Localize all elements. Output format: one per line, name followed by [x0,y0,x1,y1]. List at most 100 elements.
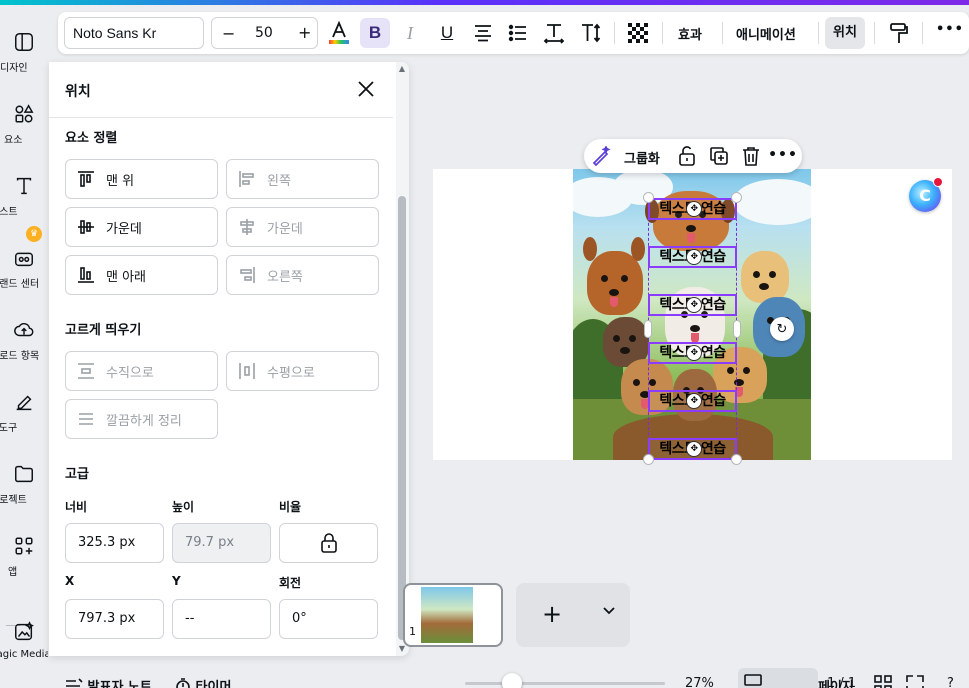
height-label: 높이 [172,500,195,514]
align-left-button[interactable]: 왼쪽 [226,159,379,199]
rail-label: 디자인 [0,63,28,74]
copy-style-button[interactable] [887,21,911,45]
font-size-increase-button[interactable]: + [298,23,311,42]
group-selection-frame[interactable] [648,198,737,460]
notes-button[interactable]: 발표자 노트 [65,676,152,688]
font-size-decrease-button[interactable]: − [222,24,235,43]
rail-label: 앱 [8,567,18,578]
position-button[interactable]: 위치 [825,17,865,49]
font-size-stepper: − 50 + [211,17,318,49]
zoom-slider[interactable] [465,682,665,685]
text-box[interactable]: 텍스트 연습 ✥ [648,198,737,220]
resize-handle-top-right[interactable] [731,192,742,203]
space-horizontal-button[interactable]: 수평으로 [226,351,379,391]
rail-item-uploads[interactable]: 업로드 항목 [0,315,48,375]
height-input[interactable]: 79.7 px [172,523,271,563]
spacing-section-title: 고르게 띄우기 [65,323,142,338]
rail-item-draw[interactable]: 그리기 도구 [0,387,48,447]
text-size-button[interactable] [579,21,603,45]
scroll-up-icon[interactable]: ▲ [397,64,407,74]
brand-icon [15,252,33,267]
rotation-input[interactable]: 0° [279,599,378,639]
rail-item-design[interactable]: 디자인 [0,27,48,87]
rail-item-apps[interactable]: 앱 [0,531,48,591]
delete-button[interactable] [741,146,761,166]
timer-button[interactable]: 타이머 [175,676,231,688]
rail-item-elements[interactable]: 요소 [0,99,48,159]
align-right-button[interactable]: 오른쪽 [226,255,379,295]
text-box[interactable]: 텍스트 연습 ✥ [648,294,737,316]
animation-button[interactable]: 애니메이션 [736,24,796,43]
transparency-button[interactable] [626,21,650,45]
spacing-button[interactable] [542,21,566,45]
font-size-input[interactable]: 50 [255,25,273,41]
magic-edit-button[interactable] [591,146,611,166]
text-color-button[interactable] [327,21,351,45]
resize-handle-left[interactable] [644,320,652,338]
effects-button[interactable]: 효과 [678,24,702,43]
rotate-handle[interactable]: ↻ [770,317,794,341]
grid-view-icon[interactable] [874,675,892,688]
rail-label: 업로드 항목 [0,351,40,362]
zoom-value[interactable]: 27% [685,676,714,688]
align-center-button[interactable]: 가운데 [226,207,379,247]
help-button[interactable]: ? [947,676,954,688]
underline-button[interactable]: U [435,21,459,45]
lock-button[interactable] [677,146,697,166]
duplicate-button[interactable] [709,146,729,166]
italic-button[interactable]: I [398,21,422,45]
rail-label: 텍스트 [0,207,18,218]
more-options-button[interactable]: ••• [936,22,964,37]
tidy-up-button[interactable]: 깔끔하게 정리 [65,399,218,439]
width-input[interactable]: 325.3 px [65,523,164,563]
resize-handle-bottom-right[interactable] [731,454,742,465]
move-icon[interactable]: ✥ [686,345,702,361]
align-bottom-icon [76,265,96,285]
text-box[interactable]: 텍스트 연습 ✥ [648,342,737,364]
list-button[interactable] [506,21,530,45]
paint-roller-icon [890,23,908,43]
ratio-lock-button[interactable] [279,523,378,563]
layout-icon [15,33,33,51]
align-middle-button[interactable]: 가운데 [65,207,218,247]
align-bottom-button[interactable]: 맨 아래 [65,255,218,295]
add-page-button[interactable]: + [516,583,630,647]
page-thumbnail-image [421,587,473,643]
page-view-button[interactable] [738,668,818,688]
align-left-label: 왼쪽 [267,173,291,189]
align-button[interactable] [471,21,495,45]
move-icon[interactable]: ✥ [686,201,702,217]
y-input[interactable]: -- [172,599,271,639]
page-thumbnail-number: 1 [409,625,416,638]
fullscreen-icon[interactable] [906,675,924,688]
rail-item-text[interactable]: 텍스트 [0,171,48,231]
resize-handle-right[interactable] [733,320,741,338]
context-more-button[interactable]: ••• [768,145,797,165]
element-context-bar: 그룹화 ••• [584,139,802,173]
text-box[interactable]: 텍스트 연습 ✥ [648,390,737,412]
move-icon[interactable]: ✥ [686,249,702,265]
move-icon[interactable]: ✥ [686,441,702,457]
group-button[interactable]: 그룹화 [624,148,660,167]
font-family-select[interactable]: Noto Sans Kr [64,17,204,49]
rail-item-brand[interactable]: 브랜드 센터 [0,243,48,303]
text-box[interactable]: 텍스트 연습 ✥ [648,246,737,268]
move-icon[interactable]: ✥ [686,393,702,409]
chevron-down-icon[interactable] [602,603,616,617]
panel-scrollbar-thumb[interactable] [398,196,406,640]
x-input[interactable]: 797.3 px [65,599,164,639]
x-label: X [65,574,75,588]
rail-item-magic-media[interactable]: Magic Media [0,617,48,677]
close-icon[interactable] [356,79,376,99]
align-top-button[interactable]: 맨 위 [65,159,218,199]
bold-button[interactable]: B [360,18,390,48]
move-icon[interactable]: ✥ [686,297,702,313]
resize-handle-top-left[interactable] [643,192,654,203]
notification-dot [933,177,943,187]
timer-label: 타이머 [195,680,232,688]
text-box[interactable]: 텍스트 연습 ✥ [648,438,737,460]
resize-handle-bottom-left[interactable] [643,454,654,465]
rail-item-projects[interactable]: 프로젝트 [0,459,48,519]
zoom-slider-knob[interactable] [502,673,522,688]
space-vertical-button[interactable]: 수직으로 [65,351,218,391]
